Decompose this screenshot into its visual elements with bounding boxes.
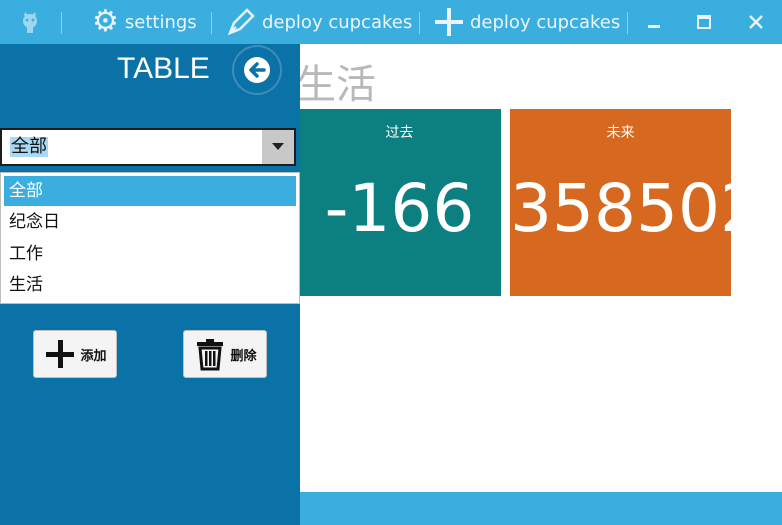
category-combobox[interactable]: 全部 bbox=[0, 128, 296, 166]
plus-icon bbox=[434, 7, 464, 37]
settings-button[interactable]: ⚙ settings bbox=[92, 0, 197, 44]
titlebar-separator bbox=[627, 12, 628, 34]
minimize-button[interactable] bbox=[634, 0, 674, 44]
titlebar-separator bbox=[61, 12, 62, 34]
maximize-icon bbox=[697, 15, 711, 29]
trash-icon bbox=[197, 339, 224, 371]
dropdown-item[interactable]: 纪念日 bbox=[4, 207, 296, 237]
sidebar-panel: TABLE 全部 全部 纪念日 工作 生活 添加 删除 bbox=[0, 44, 300, 525]
arrow-left-icon bbox=[244, 57, 270, 83]
tile-future[interactable]: 未来 358502 bbox=[510, 109, 762, 296]
deploy-label-1: deploy cupcakes bbox=[262, 11, 413, 33]
add-label: 添加 bbox=[80, 348, 107, 364]
deploy-button-2[interactable]: deploy cupcakes bbox=[434, 0, 620, 44]
dropdown-item[interactable]: 工作 bbox=[4, 239, 296, 269]
dropdown-toggle[interactable] bbox=[262, 130, 294, 164]
dropdown-item[interactable]: 生活 bbox=[4, 270, 296, 300]
github-icon[interactable] bbox=[18, 0, 42, 44]
tile-value: 358502 bbox=[510, 170, 762, 247]
pen-icon bbox=[226, 7, 256, 37]
combobox-value: 全部 bbox=[10, 136, 48, 157]
close-button[interactable] bbox=[736, 0, 776, 44]
delete-label: 删除 bbox=[230, 348, 257, 364]
tile-label: 过去 bbox=[385, 125, 414, 141]
bottom-app-bar bbox=[298, 492, 782, 525]
page-title: 生活 bbox=[296, 62, 376, 108]
category-dropdown-list: 全部 纪念日 工作 生活 bbox=[0, 172, 300, 304]
chevron-down-icon bbox=[272, 143, 284, 150]
tile-value: -166 bbox=[324, 170, 475, 247]
delete-button[interactable]: 删除 bbox=[183, 330, 267, 378]
plus-icon bbox=[46, 340, 75, 368]
title-bar: ⚙ settings deploy cupcakes deploy cupcak… bbox=[0, 0, 782, 44]
settings-label: settings bbox=[124, 11, 197, 33]
minimize-icon bbox=[648, 25, 660, 28]
deploy-button-1[interactable]: deploy cupcakes bbox=[226, 0, 412, 44]
dropdown-item[interactable]: 全部 bbox=[4, 176, 296, 206]
maximize-button[interactable] bbox=[684, 0, 724, 44]
titlebar-separator bbox=[419, 12, 420, 34]
add-button[interactable]: 添加 bbox=[33, 330, 117, 378]
close-icon bbox=[749, 15, 763, 29]
sidebar-title: TABLE bbox=[117, 52, 210, 85]
tile-label: 未来 bbox=[606, 125, 635, 141]
back-button[interactable] bbox=[232, 45, 282, 95]
deploy-label-2: deploy cupcakes bbox=[470, 11, 621, 33]
tile-past[interactable]: 过去 -166 bbox=[298, 109, 501, 296]
gear-icon: ⚙ bbox=[92, 4, 119, 39]
titlebar-separator bbox=[211, 12, 212, 34]
